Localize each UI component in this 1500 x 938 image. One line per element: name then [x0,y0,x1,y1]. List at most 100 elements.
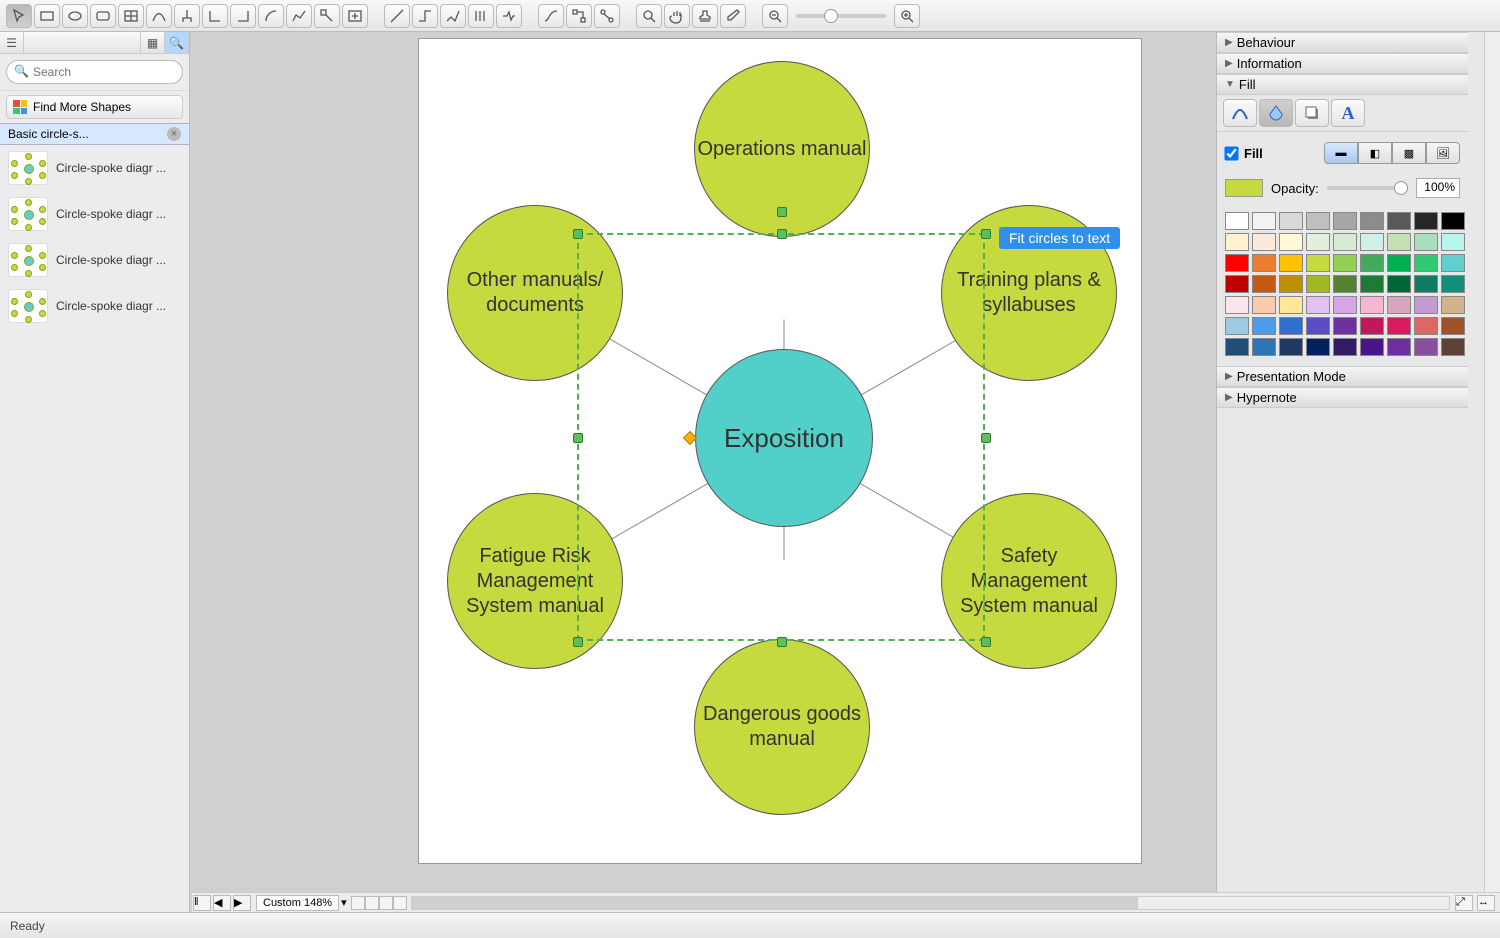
palette-color[interactable] [1252,233,1276,251]
palette-color[interactable] [1306,275,1330,293]
palette-color[interactable] [1252,212,1276,230]
poly-tool[interactable] [286,4,312,28]
fit-width-icon[interactable]: ↔ [1477,895,1495,911]
palette-color[interactable] [1333,254,1357,272]
palette-color[interactable] [1279,275,1303,293]
palette-color[interactable] [1279,338,1303,356]
palette-color[interactable] [1441,233,1465,251]
palette-color[interactable] [1225,212,1249,230]
parallel-tool[interactable] [468,4,494,28]
bezier-tool[interactable] [146,4,172,28]
palette-color[interactable] [1360,233,1384,251]
ortho-line-tool[interactable] [412,4,438,28]
section-hypernote[interactable]: ▶Hypernote [1217,387,1468,408]
shape-item[interactable]: Circle-spoke diagr ... [0,191,189,237]
page-pause-icon[interactable]: ‖ [193,895,211,911]
palette-color[interactable] [1441,317,1465,335]
rounded-rect-tool[interactable] [90,4,116,28]
selection-handle[interactable] [573,433,583,443]
fill-image-button[interactable]: 🖼 [1426,142,1460,164]
rect-tool[interactable] [34,4,60,28]
zoom-step[interactable] [365,896,379,910]
node-other-manuals[interactable]: Other manuals/ documents [447,205,623,381]
palette-color[interactable] [1360,212,1384,230]
zoom-in-button[interactable] [894,4,920,28]
palette-color[interactable] [1360,338,1384,356]
fit-page-icon[interactable]: ⤢ [1455,895,1473,911]
section-information[interactable]: ▶Information [1217,53,1468,74]
palette-color[interactable] [1414,275,1438,293]
zoom-slider[interactable] [796,14,886,18]
zoom-select[interactable]: Custom 148% [256,895,339,911]
palette-color[interactable] [1414,338,1438,356]
selection-handle[interactable] [777,637,787,647]
palette-color[interactable] [1252,254,1276,272]
palette-color[interactable] [1414,212,1438,230]
current-fill-swatch[interactable] [1225,179,1263,197]
palette-color[interactable] [1225,317,1249,335]
palette-color[interactable] [1387,212,1411,230]
palette-color[interactable] [1333,317,1357,335]
tree-view-tab[interactable]: ☰ [0,32,24,53]
tab-stroke[interactable] [1223,99,1257,127]
line-tool[interactable] [384,4,410,28]
node-safety-management[interactable]: Safety Management System manual [941,493,1117,669]
fill-checkbox[interactable] [1224,146,1238,160]
palette-color[interactable] [1387,317,1411,335]
fill-solid-button[interactable]: ▬ [1324,142,1358,164]
selection-handle[interactable] [573,229,583,239]
library-header[interactable]: Basic circle-s... × [0,123,189,145]
connector-l-tool[interactable] [202,4,228,28]
palette-color[interactable] [1441,338,1465,356]
palette-color[interactable] [1387,275,1411,293]
palette-color[interactable] [1333,296,1357,314]
palette-color[interactable] [1333,338,1357,356]
palette-color[interactable] [1414,233,1438,251]
anchor-tool[interactable] [314,4,340,28]
node-dangerous-goods[interactable]: Dangerous goods manual [694,639,870,815]
palette-color[interactable] [1279,296,1303,314]
grid-view-tab[interactable]: ▦ [141,32,165,53]
palette-color[interactable] [1441,275,1465,293]
node-fatigue-risk[interactable]: Fatigue Risk Management System manual [447,493,623,669]
palette-color[interactable] [1279,233,1303,251]
smart-connector-2[interactable] [566,4,592,28]
close-library-icon[interactable]: × [167,127,181,141]
tab-text[interactable]: A [1331,99,1365,127]
selection-handle[interactable] [777,229,787,239]
palette-color[interactable] [1252,275,1276,293]
palette-color[interactable] [1387,254,1411,272]
fill-gradient-button[interactable]: ◧ [1358,142,1392,164]
stamp-tool[interactable] [692,4,718,28]
palette-color[interactable] [1279,212,1303,230]
palette-color[interactable] [1306,254,1330,272]
palette-color[interactable] [1441,254,1465,272]
palette-color[interactable] [1360,317,1384,335]
palette-color[interactable] [1441,212,1465,230]
palette-color[interactable] [1333,233,1357,251]
palette-color[interactable] [1414,254,1438,272]
palette-color[interactable] [1252,338,1276,356]
zoom-step[interactable] [351,896,365,910]
arc-tool[interactable] [258,4,284,28]
zoom-out-button[interactable] [762,4,788,28]
palette-color[interactable] [1225,254,1249,272]
selection-handle[interactable] [573,637,583,647]
palette-color[interactable] [1306,338,1330,356]
insert-tool[interactable] [342,4,368,28]
search-input[interactable] [6,60,183,84]
palette-color[interactable] [1387,296,1411,314]
tab-fill[interactable] [1259,99,1293,127]
section-presentation[interactable]: ▶Presentation Mode [1217,366,1468,387]
palette-color[interactable] [1225,338,1249,356]
page-next-icon[interactable]: ▶ [233,895,251,911]
drawing-canvas[interactable]: Operations manual Training plans & sylla… [418,38,1142,864]
palette-color[interactable] [1279,254,1303,272]
palette-color[interactable] [1225,296,1249,314]
section-behaviour[interactable]: ▶Behaviour [1217,32,1468,53]
route-tool[interactable] [496,4,522,28]
horizontal-scrollbar[interactable] [411,896,1450,910]
zoom-step[interactable] [393,896,407,910]
palette-color[interactable] [1414,317,1438,335]
palette-color[interactable] [1306,296,1330,314]
